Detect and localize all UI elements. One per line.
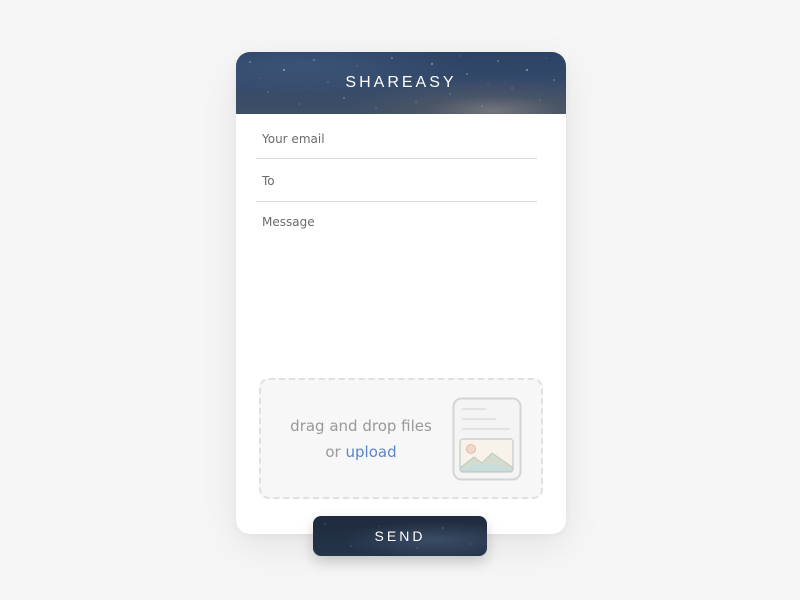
send-button[interactable]: SEND — [313, 516, 487, 556]
dropzone-line2: or upload — [275, 439, 447, 465]
share-card: SHAREASY drag and drop files or upload — [236, 52, 566, 534]
send-button-label: SEND — [374, 528, 426, 544]
upload-link[interactable]: upload — [346, 443, 397, 461]
email-input[interactable] — [256, 129, 543, 149]
dropzone-line1: drag and drop files — [290, 417, 432, 435]
header-banner: SHAREASY — [236, 52, 566, 114]
dropzone-text: drag and drop files or upload — [275, 413, 447, 465]
dropzone-or-label: or — [325, 443, 341, 461]
message-input[interactable] — [256, 213, 537, 363]
app-title: SHAREASY — [345, 74, 457, 91]
to-field — [256, 170, 543, 202]
to-input[interactable] — [256, 171, 543, 191]
file-dropzone[interactable]: drag and drop files or upload — [259, 378, 543, 499]
page: SHAREASY drag and drop files or upload — [0, 0, 800, 600]
email-field — [256, 128, 543, 159]
file-image-icon — [452, 397, 522, 481]
